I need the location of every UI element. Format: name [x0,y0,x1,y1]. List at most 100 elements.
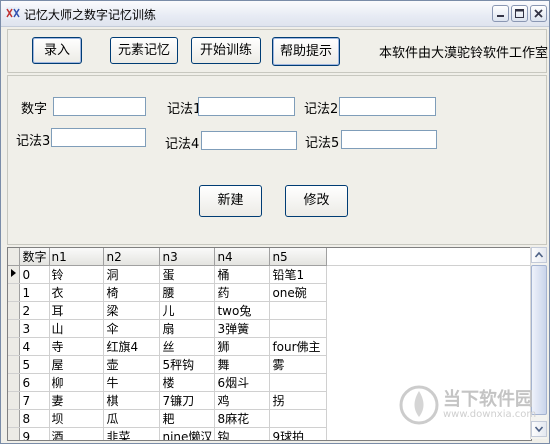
entry-button[interactable]: 录入 [32,37,82,64]
grid-cell[interactable]: 儿 [159,301,216,320]
data-grid[interactable]: 数字 n1 n2 n3 n4 n5 0 铃洞蛋桶铅笔1 1 衣椅腰药 one碗 2 耳梁儿 two兔 3 山… [7,247,532,441]
grid-cell[interactable]: 3弹簧 [214,319,271,338]
column-header-1[interactable]: n1 [49,248,105,266]
row-indicator[interactable] [8,301,21,320]
table-row[interactable]: 7 妻棋 7镰刀鸡拐 [8,391,531,410]
grid-cell[interactable]: 5 [19,355,50,374]
grid-cell[interactable]: 洞 [103,265,161,284]
method3-input[interactable] [51,128,146,147]
grid-cell[interactable]: 寺 [49,337,105,356]
grid-cell[interactable]: 7 [19,391,50,410]
grid-cell[interactable]: 韭菜 [103,427,161,440]
grid-cell[interactable]: 酒 [49,427,105,440]
grid-cell[interactable]: 4 [19,337,50,356]
grid-cell[interactable]: 拐 [269,391,328,410]
row-indicator[interactable] [8,427,21,440]
column-header-4[interactable]: n4 [214,248,271,266]
scroll-thumb[interactable] [531,265,547,415]
grid-cell[interactable] [269,301,328,320]
grid-cell[interactable]: 雾 [269,355,328,374]
table-row[interactable]: 6 柳牛楼 6烟斗 [8,373,531,392]
grid-cell[interactable]: 衣 [49,283,105,302]
table-row[interactable]: 8 坝瓜耙 8麻花 [8,409,531,428]
grid-cell[interactable]: 7镰刀 [159,391,216,410]
row-indicator[interactable] [8,265,21,284]
grid-cell[interactable]: 梁 [103,301,161,320]
grid-cell[interactable]: 铃 [49,265,105,284]
grid-cell[interactable]: 柳 [49,373,105,392]
grid-cell[interactable]: 扇 [159,319,216,338]
grid-cell[interactable]: 铅笔1 [269,265,328,284]
vertical-scrollbar[interactable] [530,247,547,439]
grid-cell[interactable]: 3 [19,319,50,338]
column-header-5[interactable]: n5 [269,248,328,266]
grid-cell[interactable]: 腰 [159,283,216,302]
grid-cell[interactable]: 椅 [103,283,161,302]
method5-input[interactable] [341,130,437,149]
help-tips-button[interactable]: 帮助提示 [272,37,340,66]
grid-cell[interactable]: 桶 [214,265,271,284]
grid-cell[interactable]: two兔 [214,301,271,320]
close-button[interactable] [530,5,547,22]
grid-cell[interactable]: 舞 [214,355,271,374]
grid-cell[interactable]: 壶 [103,355,161,374]
column-header-0[interactable]: 数字 [19,248,50,266]
grid-cell[interactable]: 耙 [159,409,216,428]
row-indicator[interactable] [8,373,21,392]
new-button[interactable]: 新建 [199,185,262,217]
grid-cell[interactable]: 6烟斗 [214,373,271,392]
grid-cell[interactable]: nine懒汉 [159,427,216,440]
grid-cell[interactable]: 2 [19,301,50,320]
grid-cell[interactable]: 山 [49,319,105,338]
scroll-up-button[interactable] [531,247,547,263]
row-indicator[interactable] [8,283,21,302]
minimize-button[interactable] [492,5,509,22]
method4-input[interactable] [201,131,297,150]
table-row[interactable]: 1 衣椅腰药 one碗 [8,283,531,302]
grid-cell[interactable]: one碗 [269,283,328,302]
grid-cell[interactable]: 狮 [214,337,271,356]
maximize-button[interactable] [511,5,528,22]
grid-cell[interactable]: 9 [19,427,50,440]
element-memory-button[interactable]: 元素记忆 [110,37,178,64]
grid-cell[interactable]: 楼 [159,373,216,392]
row-indicator[interactable] [8,409,21,428]
grid-cell[interactable]: 红旗4 [103,337,161,356]
title-bar[interactable]: 记忆大师之数字记忆训练 [1,1,549,27]
grid-cell[interactable]: 0 [19,265,50,284]
grid-cell[interactable]: 伞 [103,319,161,338]
grid-cell[interactable]: 8 [19,409,50,428]
grid-cell[interactable]: 9球拍 [269,427,328,440]
grid-cell[interactable]: 妻 [49,391,105,410]
method2-input[interactable] [339,97,436,116]
grid-cell[interactable]: 1 [19,283,50,302]
row-indicator[interactable] [8,319,21,338]
grid-cell[interactable]: 8麻花 [214,409,271,428]
column-header-3[interactable]: n3 [159,248,216,266]
grid-cell[interactable]: 蛋 [159,265,216,284]
scroll-down-button[interactable] [531,421,547,437]
grid-cell[interactable]: 耳 [49,301,105,320]
grid-cell[interactable]: 牛 [103,373,161,392]
grid-cell[interactable]: 鸡 [214,391,271,410]
number-input[interactable] [53,97,146,116]
method1-input[interactable] [198,97,295,116]
row-indicator[interactable] [8,391,21,410]
table-row[interactable]: 2 耳梁儿 two兔 [8,301,531,320]
table-row[interactable]: 0 铃洞蛋桶铅笔1 [8,265,531,284]
start-training-button[interactable]: 开始训练 [191,37,261,64]
grid-cell[interactable]: four佛主 [269,337,328,356]
grid-cell[interactable]: 棋 [103,391,161,410]
column-header-2[interactable]: n2 [103,248,161,266]
grid-cell[interactable]: 瓜 [103,409,161,428]
grid-cell[interactable]: 坝 [49,409,105,428]
grid-cell[interactable] [269,319,328,338]
table-row[interactable]: 4 寺红旗4 丝狮 four佛主 [8,337,531,356]
grid-cell[interactable] [269,409,328,428]
row-indicator[interactable] [8,355,21,374]
table-row[interactable]: 5 屋壶 5秤钩舞雾 [8,355,531,374]
grid-cell[interactable]: 钩 [214,427,271,440]
grid-cell[interactable]: 丝 [159,337,216,356]
grid-cell[interactable]: 6 [19,373,50,392]
grid-cell[interactable]: 5秤钩 [159,355,216,374]
